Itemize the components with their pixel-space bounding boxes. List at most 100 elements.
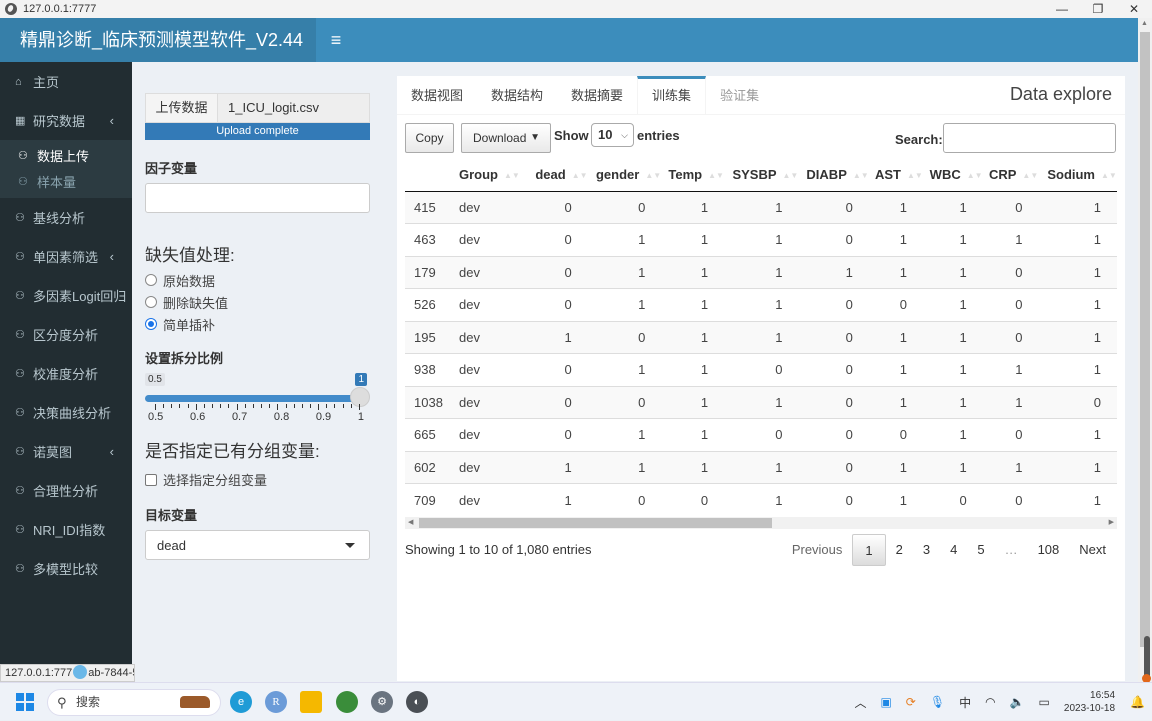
scroll-up-arrow-icon[interactable]: ▲ [1141, 20, 1148, 27]
column-header-temp[interactable]: Temp ▲▼ [661, 158, 725, 192]
previous-page-button[interactable]: Previous [782, 534, 853, 566]
scroll-right-arrow-icon[interactable]: ▶ [1109, 517, 1114, 529]
table-row[interactable]: 179 dev 0 1 1 1 1 1 1 0 1 [405, 255, 1117, 289]
column-header-sysbp[interactable]: SYSBP ▲▼ [724, 158, 799, 192]
group-variable-checkbox-row[interactable]: 选择指定分组变量 [145, 470, 370, 489]
edge-icon[interactable]: e [230, 691, 252, 713]
app-title[interactable]: 精鼎诊断_临床预测模型软件_V2.44 [0, 18, 316, 62]
sidebar-subitem-1[interactable]: ⚇ 样本量 [0, 168, 132, 194]
column-header-wbc[interactable]: WBC ▲▼ [922, 158, 983, 192]
tray-expand-icon[interactable]: ︿ [854, 694, 866, 711]
target-variable-select[interactable]: dead [145, 530, 370, 560]
table-row[interactable]: 602 dev 1 1 1 1 0 1 1 1 1 [405, 450, 1117, 484]
column-header-crp[interactable]: CRP ▲▼ [982, 158, 1039, 192]
next-page-button[interactable]: Next [1069, 534, 1116, 566]
windows-start-icon[interactable] [16, 693, 34, 711]
browser-app-icon[interactable]: ◐ [406, 691, 428, 713]
sidebar-item-6[interactable]: ⚇ 校准度分析 [0, 354, 132, 393]
radio-button[interactable] [145, 296, 157, 308]
radio-button[interactable] [145, 318, 157, 330]
upload-data-button[interactable]: 上传数据 [146, 94, 218, 122]
tab-4[interactable]: 验证集 [706, 76, 773, 114]
radio-button[interactable] [145, 274, 157, 286]
table-row[interactable]: 1038 dev 0 0 1 1 0 1 1 1 0 [405, 385, 1117, 419]
wifi-icon[interactable]: ◠ [985, 695, 995, 709]
table-row[interactable]: 526 dev 0 1 1 1 0 0 1 0 1 [405, 288, 1117, 321]
factor-variable-input[interactable] [145, 183, 370, 213]
group-variable-checkbox[interactable] [145, 473, 157, 486]
sidebar-item-9[interactable]: ⚇ 合理性分析 [0, 471, 132, 510]
sidebar-item-3[interactable]: ⚇ 单因素筛选 ‹ [0, 237, 132, 276]
sidebar-item-0[interactable]: ⌂ 主页 [0, 62, 132, 101]
close-button[interactable]: ✕ [1116, 0, 1152, 18]
file-name-field[interactable]: 1_ICU_logit.csv [218, 94, 369, 122]
search-input[interactable] [943, 123, 1116, 153]
missing-option-0[interactable]: 原始数据 [145, 272, 370, 289]
copy-button[interactable]: Copy [405, 123, 454, 153]
missing-option-1[interactable]: 删除缺失值 [145, 294, 370, 311]
horizontal-scroll-thumb[interactable] [419, 518, 772, 528]
column-header-diabp[interactable]: DIABP ▲▼ [798, 158, 869, 192]
page-vertical-scrollbar[interactable]: ▲ [1138, 18, 1152, 682]
column-header-sodium[interactable]: Sodium ▲▼ [1038, 158, 1117, 192]
sidebar-item-10[interactable]: ⚇ NRI_IDI指数 [0, 510, 132, 549]
notification-bell-icon[interactable]: 🔔 [1130, 695, 1145, 709]
sidebar-item-1[interactable]: ▦ 研究数据 ‹ [0, 101, 132, 140]
column-header-index[interactable] [405, 158, 451, 192]
page-length-select[interactable]: 10 ⌵ [591, 123, 634, 147]
chevron-left-icon[interactable]: ‹ [110, 113, 114, 128]
restore-button[interactable]: ❐ [1080, 0, 1116, 18]
table-row[interactable]: 709 dev 1 0 0 1 0 1 0 0 1 [405, 483, 1117, 516]
page-button-108[interactable]: 108 [1028, 534, 1070, 566]
page-button-5[interactable]: 5 [967, 534, 994, 566]
chevron-left-icon[interactable]: ‹ [110, 444, 114, 459]
page-button-4[interactable]: 4 [940, 534, 967, 566]
column-header-dead[interactable]: dead ▲▼ [528, 158, 588, 192]
download-button[interactable]: Download ▼ [461, 123, 551, 153]
slider-track[interactable] [145, 395, 360, 402]
table-row[interactable]: 463 dev 0 1 1 1 0 1 1 1 1 [405, 223, 1117, 256]
page-button-2[interactable]: 2 [886, 534, 913, 566]
sidebar-subitem-0[interactable]: ⚇ 数据上传 [0, 142, 132, 168]
tab-0[interactable]: 数据视图 [397, 76, 477, 114]
r-app-icon[interactable]: R [265, 691, 287, 713]
minimize-button[interactable]: — [1044, 0, 1080, 18]
sidebar-item-2[interactable]: ⚇ 基线分析 [0, 198, 132, 237]
vertical-scroll-thumb[interactable] [1140, 32, 1150, 647]
page-button-1[interactable]: 1 [852, 534, 886, 566]
ime-indicator[interactable]: 中 [959, 694, 971, 711]
sidebar-item-11[interactable]: ⚇ 多模型比较 [0, 549, 132, 588]
sidebar-toggle-button[interactable]: ≡ [316, 18, 356, 62]
file-explorer-icon[interactable] [300, 691, 322, 713]
page-button-3[interactable]: 3 [913, 534, 940, 566]
taskbar-search[interactable]: ⚲ 搜索 [47, 689, 221, 716]
table-row[interactable]: 415 dev 0 0 1 1 0 1 1 0 1 [405, 190, 1117, 224]
horizontal-scrollbar[interactable]: ◀ ▶ [405, 517, 1117, 529]
clock[interactable]: 16:54 2023-10-18 [1064, 689, 1115, 715]
sidebar-item-5[interactable]: ⚇ 区分度分析 [0, 315, 132, 354]
microphone-icon[interactable]: 🎙 [930, 695, 945, 709]
table-row[interactable]: 665 dev 0 1 1 0 0 0 1 0 1 [405, 418, 1117, 451]
sidebar-item-7[interactable]: ⚇ 决策曲线分析 [0, 393, 132, 432]
sidebar-item-8[interactable]: ⚇ 诺莫图 ‹ [0, 432, 132, 471]
column-header-group[interactable]: Group ▲▼ [451, 158, 529, 192]
sidebar-item-4[interactable]: ⚇ 多因素Logit回归 [0, 276, 132, 315]
tray-app-icon[interactable]: ▣ [880, 695, 891, 709]
scroll-left-arrow-icon[interactable]: ◀ [408, 517, 413, 529]
tab-3[interactable]: 训练集 [637, 76, 707, 114]
tab-2[interactable]: 数据摘要 [557, 76, 637, 114]
missing-option-2[interactable]: 简单插补 [145, 316, 370, 333]
sync-icon[interactable]: ⟳ [906, 695, 916, 709]
column-header-gender[interactable]: gender ▲▼ [587, 158, 662, 192]
column-header-ast[interactable]: AST ▲▼ [868, 158, 923, 192]
browser-url: 127.0.0.1:7777 [23, 3, 97, 15]
split-ratio-slider[interactable]: 0.5 1 [145, 367, 370, 417]
table-row[interactable]: 938 dev 0 1 1 0 0 1 1 1 1 [405, 353, 1117, 386]
volume-icon[interactable]: 🔈 [1010, 695, 1025, 709]
tab-1[interactable]: 数据结构 [477, 76, 557, 114]
settings-icon[interactable]: ⚙ [371, 691, 393, 713]
battery-icon[interactable]: ▭ [1039, 695, 1050, 709]
jingding-app-icon[interactable] [336, 691, 358, 713]
table-row[interactable]: 195 dev 1 0 1 1 0 1 1 0 1 [405, 320, 1117, 354]
chevron-left-icon[interactable]: ‹ [110, 249, 114, 264]
